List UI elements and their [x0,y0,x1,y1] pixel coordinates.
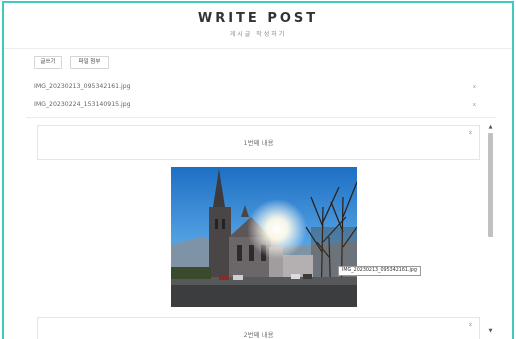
post-editor-window: WRITE POST 게시글 작성하기 글쓰기 파일 첨부 IMG_202302… [2,1,514,339]
scroll-up-icon[interactable]: ▲ [486,123,495,131]
close-icon[interactable]: x [469,322,472,328]
content-block[interactable]: 1번째 내용 x [37,125,480,160]
remove-file-icon[interactable]: x [473,81,476,93]
content-block-label: 1번째 내용 [243,139,274,147]
editor-scrollbar[interactable]: ▲ ▼ [486,123,495,335]
content-block[interactable]: 2번째 내용 x [37,317,480,339]
page-subtitle: 게시글 작성하기 [229,31,287,38]
file-name: IMG_20230213_095342161.jpg [34,83,131,90]
church-photo [171,167,357,307]
scroll-down-icon[interactable]: ▼ [486,327,495,335]
attach-file-button[interactable]: 파일 첨부 [70,56,109,69]
close-icon[interactable]: x [469,130,472,136]
embedded-image[interactable] [171,167,357,307]
content-editor[interactable]: 1번째 내용 x IMG_20230213_095342161.jpg 2번째 … [26,119,498,339]
write-button[interactable]: 글쓰기 [34,56,62,69]
content-block-label: 2번째 내용 [243,331,274,339]
page-header: WRITE POST 게시글 작성하기 [4,3,512,49]
remove-file-icon[interactable]: x [473,99,476,111]
image-filename-tooltip: IMG_20230213_095342161.jpg [338,266,421,276]
scroll-thumb[interactable] [488,133,493,237]
file-name: IMG_20230224_153140915.jpg [34,101,131,108]
section-divider [26,117,496,118]
page-title: WRITE POST [197,11,319,26]
attached-file-item: IMG_20230213_095342161.jpg x [34,81,484,93]
attached-file-item: IMG_20230224_153140915.jpg x [34,99,484,111]
